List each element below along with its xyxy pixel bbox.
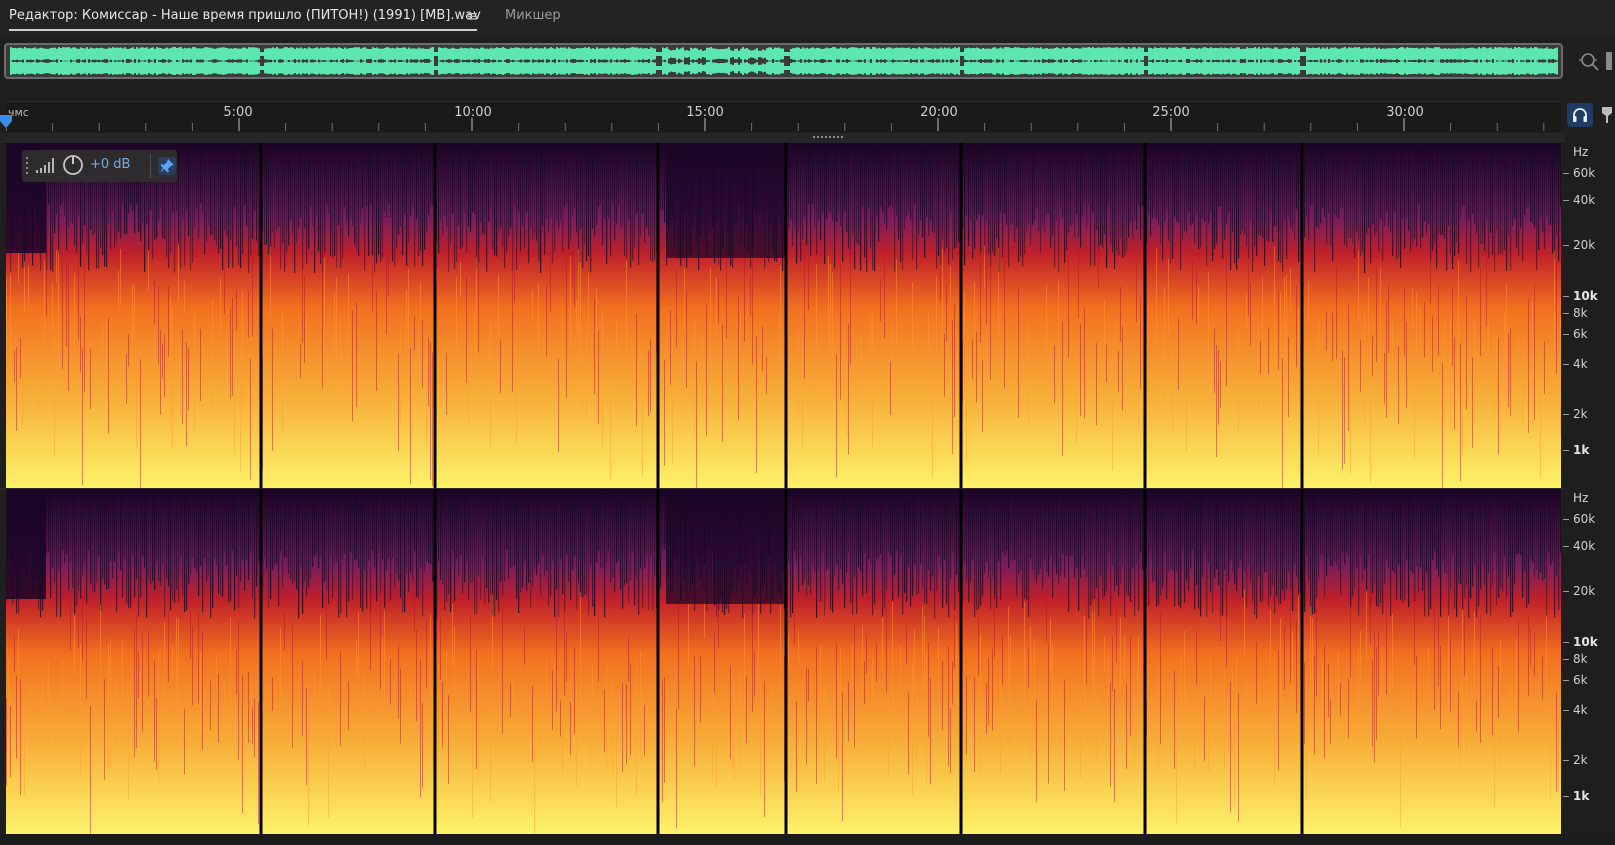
hz-label: 2k xyxy=(1573,753,1588,767)
zoom-fit-icon[interactable] xyxy=(1578,50,1600,72)
hz-tick xyxy=(1563,546,1569,547)
hz-label: 8k xyxy=(1573,306,1588,320)
hz-tick xyxy=(1563,364,1569,365)
pin-icon xyxy=(161,159,174,172)
overview-waveform-graphic xyxy=(10,47,1558,75)
gain-knob-icon[interactable] xyxy=(62,154,84,176)
spectral-channel-right[interactable] xyxy=(6,489,1561,834)
hz-label: 8k xyxy=(1573,652,1588,666)
frequency-axis-left: Hz 60k 40k 20k 10k 8k 6k 4k 2k 1k xyxy=(1563,143,1615,488)
bottom-strip xyxy=(0,834,1615,845)
spectrogram-left xyxy=(6,143,1561,488)
hz-label: 40k xyxy=(1573,539,1596,553)
marker-icon[interactable] xyxy=(1601,106,1613,124)
headphones-icon xyxy=(1573,108,1587,122)
spectrogram-right xyxy=(6,489,1561,834)
hud-grip-icon[interactable] xyxy=(25,155,31,177)
hz-tick xyxy=(1563,414,1569,415)
hz-tick xyxy=(1563,519,1569,520)
hz-tick xyxy=(1563,796,1569,797)
hz-label: 40k xyxy=(1573,193,1596,207)
hz-axis-title: Hz xyxy=(1573,145,1589,159)
panel-edge-icon xyxy=(1606,52,1612,70)
divider-grip-icon[interactable] xyxy=(813,135,843,140)
hz-tick xyxy=(1563,296,1569,297)
hz-label: 10k xyxy=(1573,635,1598,649)
hz-label: 4k xyxy=(1573,357,1588,371)
tab-editor[interactable]: Редактор: Комиссар - Наше время пришло (… xyxy=(9,8,481,30)
hz-label: 10k xyxy=(1573,289,1598,303)
level-meter-icon xyxy=(36,158,54,173)
hz-tick xyxy=(1563,450,1569,451)
hz-tick xyxy=(1563,245,1569,246)
hz-label: 20k xyxy=(1573,584,1596,598)
hz-label: 2k xyxy=(1573,407,1588,421)
hud-gain-value[interactable]: +0 dB xyxy=(90,157,130,172)
hud-separator xyxy=(150,154,151,178)
hz-label: 4k xyxy=(1573,703,1588,717)
pin-button[interactable] xyxy=(158,157,176,175)
tab-mixer[interactable]: Микшер xyxy=(505,8,561,23)
hz-tick xyxy=(1563,659,1569,660)
hz-tick xyxy=(1563,591,1569,592)
hz-label: 60k xyxy=(1573,512,1596,526)
hz-tick xyxy=(1563,173,1569,174)
overview-waveform[interactable] xyxy=(4,43,1563,79)
hz-label: 6k xyxy=(1573,673,1588,687)
menu-icon[interactable]: ≡ xyxy=(466,7,479,25)
playhead-marker[interactable] xyxy=(0,115,12,129)
spectral-channel-left[interactable] xyxy=(6,143,1561,488)
hz-tick xyxy=(1563,642,1569,643)
hz-label: 6k xyxy=(1573,327,1588,341)
hz-tick xyxy=(1563,680,1569,681)
hz-label: 60k xyxy=(1573,166,1596,180)
frequency-axis-right: Hz 60k 40k 20k 10k 8k 6k 4k 2k 1k xyxy=(1563,489,1615,834)
hz-label: 1k xyxy=(1573,789,1590,803)
ruler-ticks xyxy=(6,118,1545,131)
hz-tick xyxy=(1563,334,1569,335)
panel-divider[interactable] xyxy=(0,133,1565,143)
hz-axis-title: Hz xyxy=(1573,491,1589,505)
hz-tick xyxy=(1563,313,1569,314)
hz-tick xyxy=(1563,760,1569,761)
hz-tick xyxy=(1563,710,1569,711)
hz-label: 20k xyxy=(1573,238,1596,252)
active-tab-underline xyxy=(9,29,477,31)
hz-label: 1k xyxy=(1573,443,1590,457)
hz-tick xyxy=(1563,200,1569,201)
